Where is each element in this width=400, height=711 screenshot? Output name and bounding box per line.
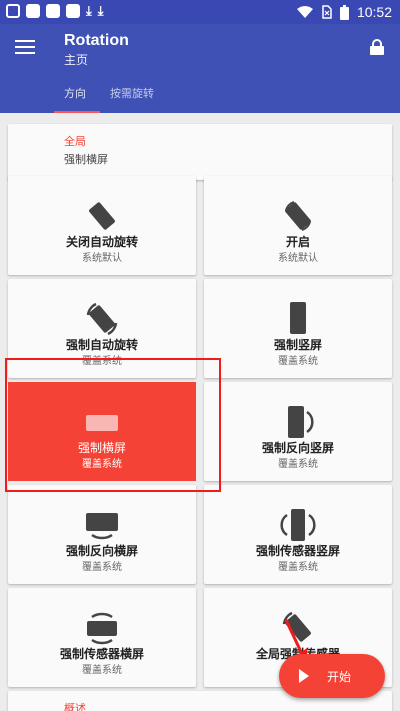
content-area: 全局 强制横屏 关闭自动旋转 系统默认 开启 系统默认 强制自动旋转 覆盖系统 … xyxy=(0,113,400,711)
highlight-annotation xyxy=(5,358,221,492)
start-button-label: 开始 xyxy=(327,670,352,684)
status-bar: ⤓ ⤓ 10:52 xyxy=(0,0,400,24)
tab-bar: 方向 按需旋转 xyxy=(0,80,400,113)
mode-sub: 覆盖系统 xyxy=(278,562,318,573)
tab-on-demand-rotation[interactable]: 按需旋转 xyxy=(110,85,154,101)
summary-title: 概述 xyxy=(64,703,86,711)
global-value: 强制横屏 xyxy=(64,154,108,166)
battery-icon xyxy=(339,4,349,20)
mode-label: 强制反向横屏 xyxy=(65,544,138,558)
phone-auto-rotate-icon xyxy=(86,302,118,336)
mode-label: 强制传感器横屏 xyxy=(59,647,144,661)
mode-sub: 覆盖系统 xyxy=(278,459,318,470)
mode-tile-force-reverse-portrait[interactable]: 强制反向竖屏 覆盖系统 xyxy=(204,382,392,481)
status-notifications: ⤓ ⤓ xyxy=(6,4,104,18)
image-icon xyxy=(66,4,80,18)
mode-tile-force-sensor-portrait[interactable]: 强制传感器竖屏 覆盖系统 xyxy=(204,485,392,584)
wifi-icon xyxy=(296,5,313,18)
download-icon: ⤓ xyxy=(86,3,92,18)
lock-icon[interactable] xyxy=(370,39,384,55)
status-time: 10:52 xyxy=(356,4,392,20)
mode-tile-force-sensor-landscape[interactable]: 强制传感器横屏 覆盖系统 xyxy=(8,588,196,687)
mode-label: 强制传感器竖屏 xyxy=(255,544,340,558)
notification-icon xyxy=(6,4,20,18)
play-icon xyxy=(299,669,309,683)
mode-label: 强制竖屏 xyxy=(273,338,322,352)
no-sim-icon xyxy=(322,5,332,19)
mode-label: 开启 xyxy=(285,235,310,249)
tab-orientation[interactable]: 方向 xyxy=(64,85,86,101)
image-icon xyxy=(26,4,40,18)
mode-tile-force-portrait[interactable]: 强制竖屏 覆盖系统 xyxy=(204,279,392,378)
phone-portrait-icon xyxy=(290,302,306,334)
phone-rotate-icon xyxy=(285,201,311,231)
phone-tilted-icon xyxy=(89,202,115,230)
mode-sub: 系统默认 xyxy=(278,253,318,264)
app-title: Rotation xyxy=(64,32,129,49)
mode-tile-enable[interactable]: 开启 系统默认 xyxy=(204,176,392,275)
status-system: 10:52 xyxy=(296,4,392,20)
image-icon xyxy=(46,4,60,18)
mode-label: 强制自动旋转 xyxy=(65,338,138,352)
mode-tile-force-reverse-landscape[interactable]: 强制反向横屏 覆盖系统 xyxy=(8,485,196,584)
mode-tile-disable-auto-rotate[interactable]: 关闭自动旋转 系统默认 xyxy=(8,176,196,275)
mode-sub: 覆盖系统 xyxy=(82,562,122,573)
menu-icon[interactable] xyxy=(15,40,35,56)
download-icon: ⤓ xyxy=(97,3,104,18)
mode-sub: 覆盖系统 xyxy=(82,665,122,676)
phone-sensor-icon xyxy=(282,611,311,642)
mode-sub: 系统默认 xyxy=(82,253,122,264)
phone-reverse-landscape-icon xyxy=(86,513,118,540)
app-subtitle: 主页 xyxy=(64,53,89,67)
global-orientation-card[interactable]: 全局 强制横屏 xyxy=(8,124,392,180)
mode-sub: 覆盖系统 xyxy=(278,356,318,367)
mode-label: 强制反向竖屏 xyxy=(261,441,334,455)
app-bar: Rotation 主页 方向 按需旋转 xyxy=(0,24,400,113)
global-title: 全局 xyxy=(64,136,86,148)
phone-reverse-portrait-icon xyxy=(288,406,314,438)
mode-label: 关闭自动旋转 xyxy=(65,235,138,249)
start-button[interactable]: 开始 xyxy=(279,654,385,698)
phone-sensor-landscape-icon xyxy=(87,612,117,645)
phone-sensor-portrait-icon xyxy=(280,509,316,541)
